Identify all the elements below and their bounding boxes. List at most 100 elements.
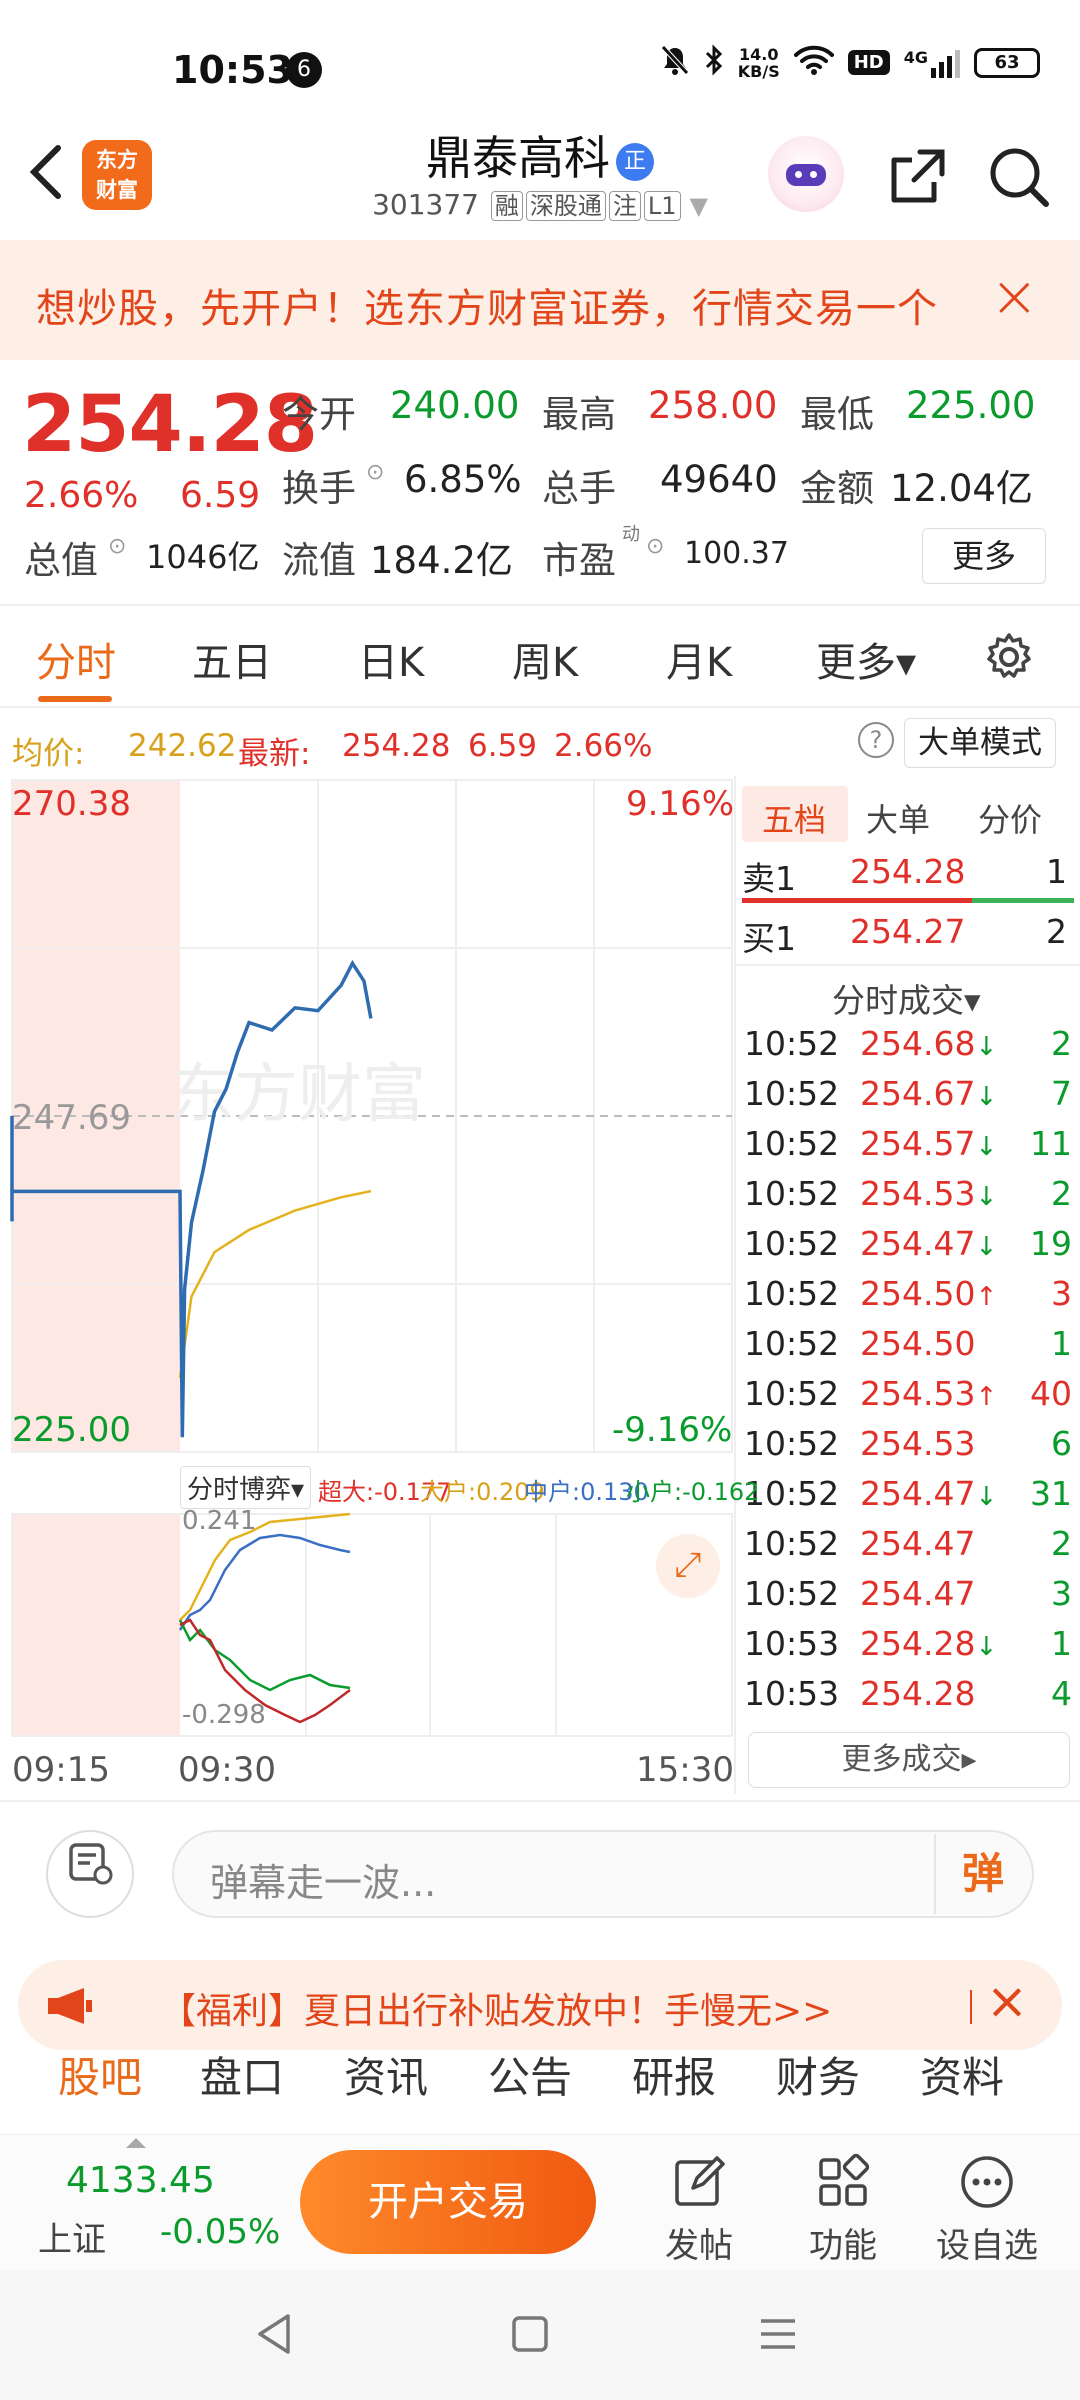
amount-value: 12.04亿 — [890, 467, 1033, 510]
mute-bell-icon — [660, 44, 690, 81]
divider — [0, 706, 1080, 708]
tab-research[interactable]: 研报 — [632, 2044, 716, 2105]
tag-registration: 注 — [608, 191, 641, 221]
megaphone-icon — [46, 1986, 96, 2035]
sub-y-top-label: 0.241 — [182, 1506, 257, 1536]
gear-icon[interactable] — [982, 630, 1036, 695]
trade-row: 10:53 254.28↓ 1 — [744, 1624, 1072, 1663]
status-time: 10:53 — [172, 48, 293, 92]
y-max-pct-label: 9.16% — [626, 784, 735, 824]
float-value: 184.2亿 — [370, 539, 513, 582]
tab-monthly-k[interactable]: 月K — [666, 630, 732, 688]
tab-announcements[interactable]: 公告 — [488, 2044, 572, 2105]
tab-daily-k[interactable]: 日K — [358, 630, 424, 688]
banner-close-icon[interactable]: × — [990, 262, 1039, 330]
current-price: 254.28 — [22, 380, 318, 470]
time-end-label: 15:30 — [636, 1750, 734, 1790]
trade-row: 10:52 254.68↓ 2 — [744, 1024, 1072, 1063]
trade-row: 10:53 254.28 4 — [744, 1674, 1072, 1713]
latest-pct: 2.66% — [554, 728, 653, 764]
index-change[interactable]: -0.05% — [160, 2212, 280, 2252]
more-trades-button[interactable]: 更多成交▸ — [748, 1732, 1070, 1788]
info-icon[interactable]: ⊙ — [646, 534, 664, 559]
search-icon[interactable] — [986, 144, 1052, 214]
more-quote-button[interactable]: 更多 — [922, 528, 1046, 584]
pe-value: 100.37 — [684, 536, 789, 571]
expand-icon[interactable]: ⤢ — [656, 1534, 720, 1598]
trade-row: 10:52 254.50 1 — [744, 1324, 1072, 1363]
tab-big-orders[interactable]: 大单 — [866, 795, 930, 841]
sell1-price: 254.28 — [850, 852, 966, 891]
tab-price-distribution[interactable]: 分价 — [978, 795, 1042, 841]
mktcap-value: 1046亿 — [146, 538, 260, 576]
tab-order-book[interactable]: 盘口 — [200, 2044, 284, 2105]
open-account-trade-button[interactable]: 开户交易 — [300, 2150, 596, 2254]
trades-title-dropdown[interactable]: 分时成交▾ — [832, 974, 981, 1022]
stock-name: 鼎泰高科 — [426, 131, 610, 185]
index-name[interactable]: 上证 — [38, 2212, 106, 2261]
nav-menu-icon[interactable] — [758, 2316, 798, 2356]
time-open-label: 09:30 — [178, 1750, 276, 1790]
status-icons: 14.0 KB/S HD 4G 63 — [660, 44, 1040, 81]
big-order-mode-button[interactable]: 大单模式 — [904, 718, 1056, 768]
tab-weekly-k[interactable]: 周K — [512, 630, 578, 688]
hd-badge: HD — [847, 50, 890, 75]
tag-level: L1 — [643, 191, 681, 221]
latest-change: 6.59 — [468, 728, 538, 764]
promo-text[interactable]: 【福利】夏日出行补贴发放中！手慢无>> — [160, 1982, 832, 2034]
sell-ratio-bar — [742, 898, 972, 903]
tab-five-day[interactable]: 五日 — [192, 630, 272, 688]
trade-row: 10:52 254.67↓ 7 — [744, 1074, 1072, 1113]
danmu-send-button[interactable]: 弹 — [934, 1834, 1030, 1914]
ai-assistant-robot-icon[interactable] — [768, 136, 844, 212]
latest-value: 254.28 — [342, 728, 451, 764]
post-button[interactable]: 发帖 — [644, 2150, 754, 2267]
volume-label: 总手 — [542, 467, 616, 510]
index-value[interactable]: 4133.45 — [66, 2160, 215, 2201]
price-change: 6.59 — [180, 475, 261, 516]
trade-row: 10:52 254.47 2 — [744, 1524, 1072, 1563]
bluetooth-icon — [704, 44, 724, 81]
banner-text[interactable]: 想炒股，先开户！选东方财富证券，行情交易一个 — [36, 276, 938, 334]
high-value: 258.00 — [648, 384, 778, 427]
nav-back-icon[interactable] — [254, 2312, 294, 2360]
sell1-volume: 1 — [1046, 852, 1067, 891]
volume-value: 49640 — [660, 458, 778, 501]
sub-y-bottom-label: -0.298 — [182, 1700, 266, 1730]
tab-news[interactable]: 资讯 — [344, 2044, 428, 2105]
tab-intraday[interactable]: 分时 — [36, 630, 116, 688]
sell1-label: 卖1 — [742, 859, 796, 898]
tab-forum[interactable]: 股吧 — [58, 2044, 142, 2105]
watermark: 东方财富 — [170, 1058, 426, 1132]
nav-home-icon[interactable] — [510, 2314, 550, 2358]
tab-profile[interactable]: 资料 — [920, 2044, 1004, 2105]
tag-margin: 融 — [490, 191, 523, 221]
turnover-value: 6.85% — [404, 458, 522, 501]
info-icon[interactable]: ⊙ — [366, 460, 384, 485]
y-min-pct-label: -9.16% — [612, 1410, 733, 1450]
net-speed: 14.0 KB/S — [737, 44, 780, 81]
info-icon[interactable]: ⊙ — [108, 534, 126, 559]
tab-financials[interactable]: 财务 — [776, 2044, 860, 2105]
trade-row: 10:52 254.57↓ 11 — [744, 1124, 1072, 1163]
danmu-placeholder[interactable]: 弹幕走一波... — [210, 1852, 436, 1907]
buy1-price: 254.27 — [850, 912, 966, 951]
promo-close-icon[interactable]: × — [986, 1972, 1028, 2030]
share-icon[interactable] — [886, 144, 950, 212]
danmu-settings-icon[interactable] — [46, 1830, 134, 1918]
help-icon[interactable]: ? — [858, 722, 894, 758]
functions-button[interactable]: 功能 — [788, 2150, 898, 2267]
trade-row: 10:52 254.47↓ 19 — [744, 1224, 1072, 1263]
avg-value: 242.62 — [128, 728, 237, 764]
buy1-label: 买1 — [742, 919, 796, 958]
tab-five-levels[interactable]: 五档 — [762, 795, 826, 841]
tab-more[interactable]: 更多▾ — [816, 630, 916, 688]
low-value: 225.00 — [906, 384, 1036, 427]
indicator-selector[interactable]: 分时博弈▾ — [180, 1466, 312, 1509]
capital-flow-chart[interactable] — [0, 1510, 740, 1740]
trade-row: 10:52 254.53 6 — [744, 1424, 1072, 1463]
avg-label: 均价: — [12, 736, 85, 772]
grid-apps-icon — [788, 2150, 898, 2214]
expand-up-icon[interactable] — [126, 2138, 146, 2148]
add-watchlist-button[interactable]: 设自选 — [932, 2150, 1042, 2267]
